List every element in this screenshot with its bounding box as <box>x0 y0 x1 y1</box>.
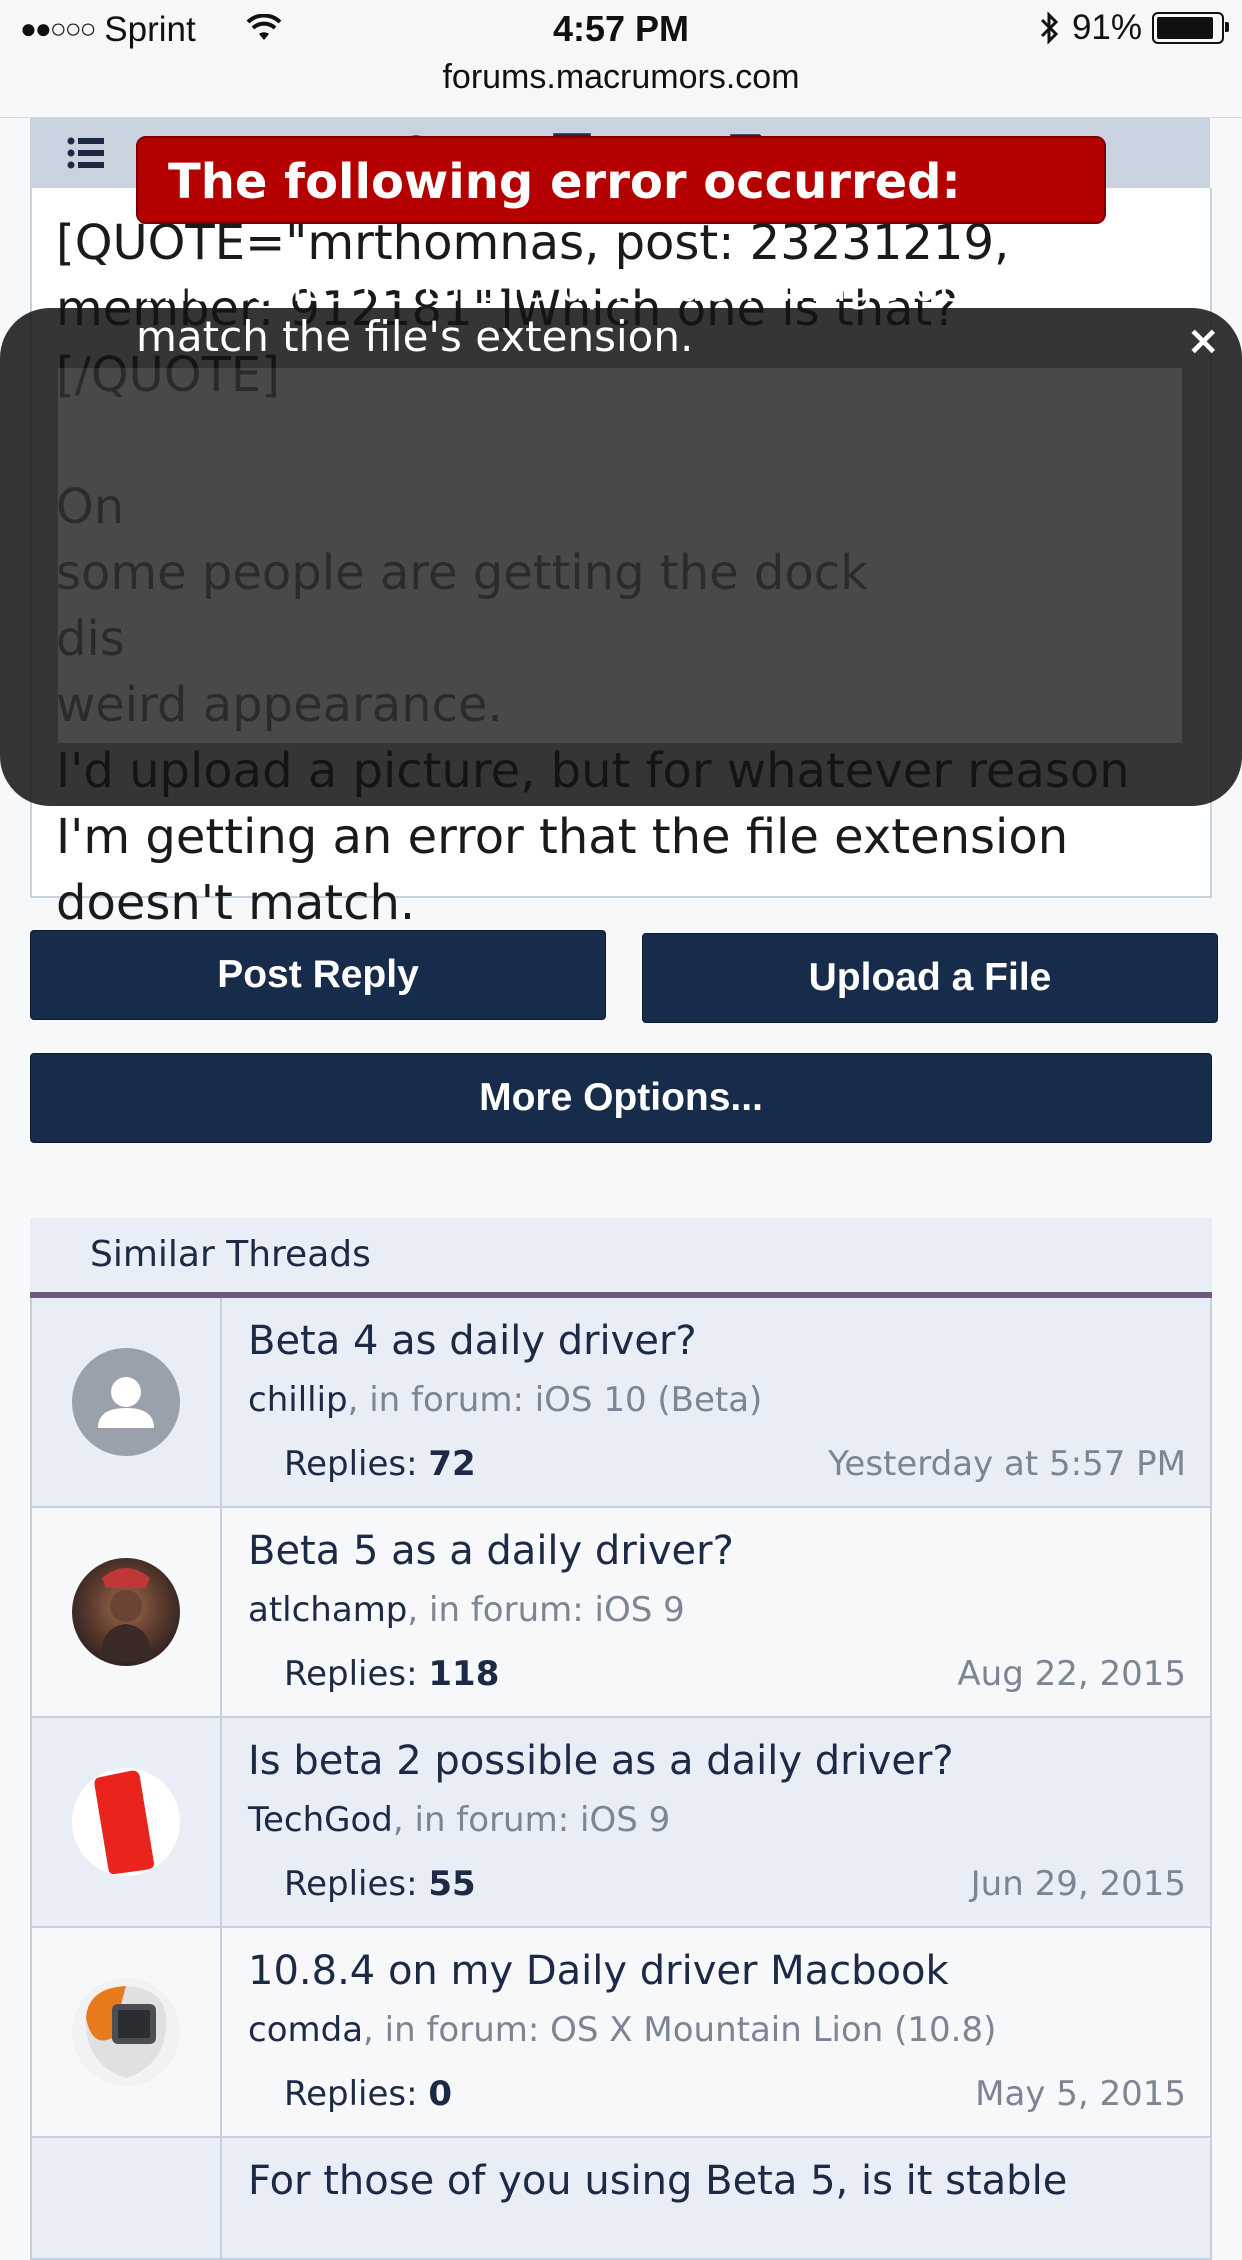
in-forum-label: , in forum: <box>407 1590 595 1630</box>
thread-title[interactable]: For those of you using Beta 5, is it sta… <box>248 2158 1067 2204</box>
thread-author[interactable]: comda <box>248 2010 363 2050</box>
thread-meta: TechGod, in forum: iOS 9 <box>248 1800 670 1840</box>
thread-date: May 5, 2015 <box>975 2074 1186 2114</box>
thread-row[interactable]: Beta 4 as daily driver? chillip, in foru… <box>30 1298 1212 1508</box>
thread-author[interactable]: TechGod <box>248 1800 393 1840</box>
url-bar[interactable]: forums.macrumors.com <box>0 58 1242 97</box>
thread-replies: Replies: 0 <box>284 2074 452 2114</box>
status-bar: ●●○○○ Sprint 4:57 PM 91% forums.macrumor… <box>0 0 1242 118</box>
thread-date: Jun 29, 2015 <box>970 1864 1186 1904</box>
avatar[interactable] <box>72 1768 180 1876</box>
in-forum-label: , in forum: <box>392 1800 580 1840</box>
thread-title[interactable]: Beta 4 as daily driver? <box>248 1318 697 1364</box>
avatar[interactable] <box>72 1348 180 1456</box>
thread-row[interactable]: Is beta 2 possible as a daily driver? Te… <box>30 1718 1212 1928</box>
avatar[interactable] <box>72 1978 180 2086</box>
thread-title[interactable]: Beta 5 as a daily driver? <box>248 1528 734 1574</box>
thread-replies: Replies: 72 <box>284 1444 476 1484</box>
thread-author[interactable]: chillip <box>248 1380 348 1420</box>
avatar-cell <box>32 1508 222 1716</box>
replies-count: 72 <box>428 1444 476 1484</box>
thread-forum[interactable]: iOS 9 <box>580 1800 670 1840</box>
replies-count: 55 <box>428 1864 476 1904</box>
avatar-cell <box>32 1298 222 1506</box>
more-options-button[interactable]: More Options... <box>30 1053 1212 1143</box>
error-overlay: × <box>0 308 1242 806</box>
replies-count: 118 <box>428 1654 500 1694</box>
in-forum-label: , in forum: <box>347 1380 535 1420</box>
replies-label: Replies: <box>284 1654 418 1694</box>
thread-replies: Replies: 118 <box>284 1654 499 1694</box>
status-right: 91% <box>1038 8 1229 48</box>
avatar-cell <box>32 1718 222 1926</box>
thread-title[interactable]: 10.8.4 on my Daily driver Macbook <box>248 1948 949 1994</box>
error-message: The contents of the uploaded image do no… <box>136 262 1048 361</box>
avatar[interactable] <box>72 1558 180 1666</box>
battery-percent: 91% <box>1071 8 1142 47</box>
thread-author[interactable]: atlchamp <box>248 1590 407 1630</box>
thread-row[interactable]: 10.8.4 on my Daily driver Macbook comda,… <box>30 1928 1212 2138</box>
thread-forum[interactable]: OS X Mountain Lion (10.8) <box>550 2010 996 2050</box>
avatar-cell <box>32 2138 222 2258</box>
thread-row[interactable]: Beta 5 as a daily driver? atlchamp, in f… <box>30 1508 1212 1718</box>
in-forum-label: , in forum: <box>363 2010 551 2050</box>
similar-threads-header: Similar Threads <box>30 1218 1212 1298</box>
thread-replies: Replies: 55 <box>284 1864 476 1904</box>
thread-forum[interactable]: iOS 10 (Beta) <box>535 1380 763 1420</box>
similar-threads: Similar Threads Beta 4 as daily driver? … <box>30 1218 1212 2260</box>
upload-file-button[interactable]: Upload a File <box>642 933 1218 1023</box>
thread-meta: atlchamp, in forum: iOS 9 <box>248 1590 685 1630</box>
post-reply-button[interactable]: Post Reply <box>30 930 606 1020</box>
replies-label: Replies: <box>284 1444 418 1484</box>
thread-title[interactable]: Is beta 2 possible as a daily driver? <box>248 1738 954 1784</box>
thread-row[interactable]: For those of you using Beta 5, is it sta… <box>30 2138 1212 2260</box>
close-icon[interactable]: × <box>1186 318 1220 364</box>
error-title: The following error occurred: <box>136 136 1106 224</box>
battery-icon <box>1152 12 1229 44</box>
bluetooth-icon <box>1040 11 1059 45</box>
avatar-cell <box>32 1928 222 2136</box>
thread-meta: comda, in forum: OS X Mountain Lion (10.… <box>248 2010 996 2050</box>
replies-label: Replies: <box>284 1864 418 1904</box>
replies-label: Replies: <box>284 2074 418 2114</box>
thread-forum[interactable]: iOS 9 <box>595 1590 685 1630</box>
thread-meta: chillip, in forum: iOS 10 (Beta) <box>248 1380 762 1420</box>
error-panel <box>58 368 1182 743</box>
thread-date: Yesterday at 5:57 PM <box>828 1444 1186 1484</box>
replies-count: 0 <box>428 2074 453 2114</box>
bulleted-list-icon[interactable] <box>58 118 114 188</box>
thread-date: Aug 22, 2015 <box>957 1654 1186 1694</box>
